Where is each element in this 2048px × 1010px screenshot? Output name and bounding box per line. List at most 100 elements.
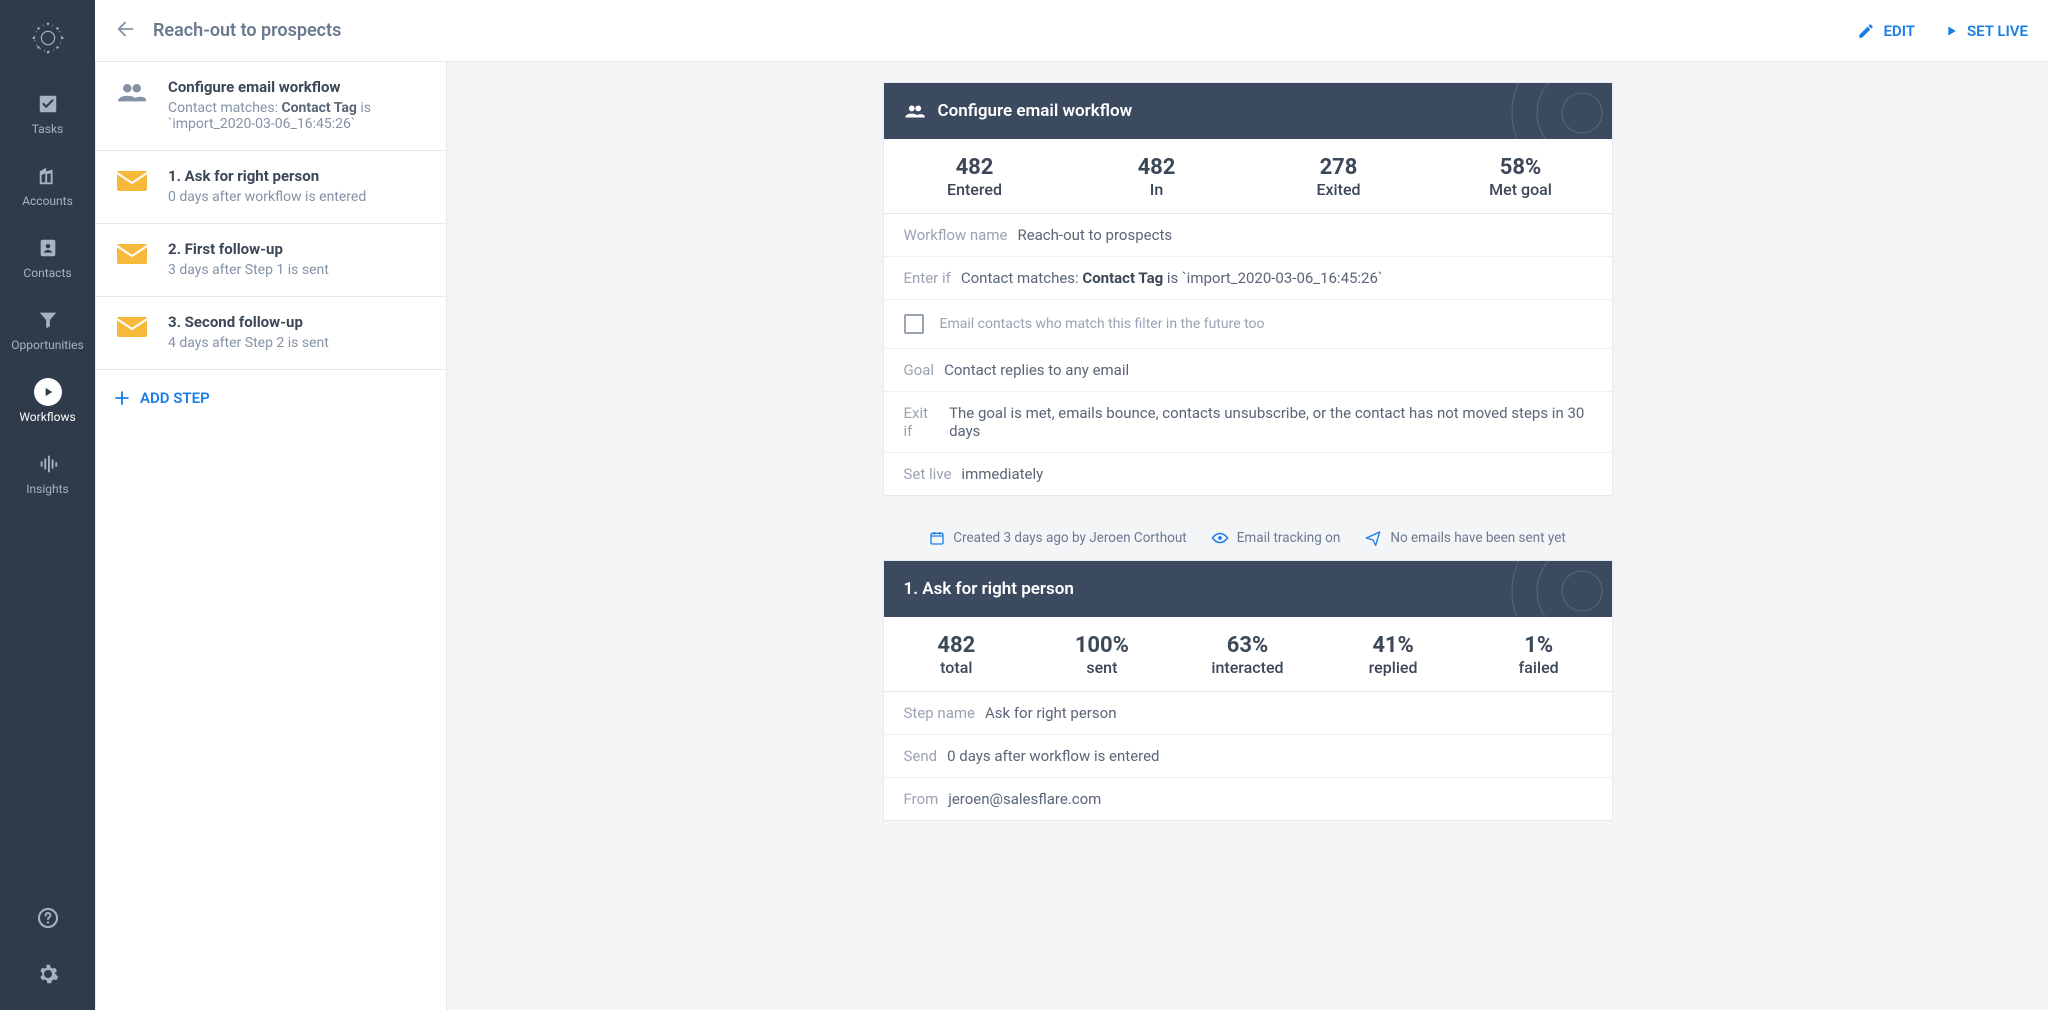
workflow-name-value: Reach-out to prospects xyxy=(1017,226,1172,244)
workflow-card: Configure email workflow 482Entered 482I… xyxy=(883,82,1613,496)
opportunities-icon xyxy=(34,306,62,334)
back-button[interactable] xyxy=(115,18,137,44)
step-configure-subtitle: Contact matches: Contact Tag is xyxy=(168,100,371,116)
nav-accounts[interactable]: Accounts xyxy=(0,148,95,220)
goal-label: Goal xyxy=(904,361,935,379)
nav-opportunities[interactable]: Opportunities xyxy=(0,292,95,364)
nav-insights[interactable]: Insights xyxy=(0,436,95,508)
people-icon xyxy=(112,78,152,132)
row-exit-if[interactable]: Exit if The goal is met, emails bounce, … xyxy=(884,392,1612,453)
stat-entered[interactable]: 482Entered xyxy=(884,139,1066,213)
meta-tracking: Email tracking on xyxy=(1211,530,1341,546)
nav-opportunities-label: Opportunities xyxy=(11,338,83,352)
settings-icon[interactable] xyxy=(36,962,60,990)
row-workflow-name[interactable]: Workflow name Reach-out to prospects xyxy=(884,214,1612,257)
step-2[interactable]: 2. First follow-up 3 days after Step 1 i… xyxy=(96,224,446,297)
nav-tasks[interactable]: Tasks xyxy=(0,76,95,148)
workflow-stats: 482Entered 482In 278Exited 58%Met goal xyxy=(884,139,1612,214)
row-enter-if[interactable]: Enter if Contact matches: Contact Tag is… xyxy=(884,257,1612,300)
stat-sent[interactable]: 100%sent xyxy=(1029,617,1175,691)
people-icon xyxy=(904,102,926,120)
step-2-subtitle: 3 days after Step 1 is sent xyxy=(168,262,329,278)
step-card-1-header: 1. Ask for right person xyxy=(884,561,1612,617)
send-value: 0 days after workflow is entered xyxy=(947,747,1159,765)
step-configure-code: `import_2020-03-06_16:45:26` xyxy=(168,116,371,132)
step-1-subtitle: 0 days after workflow is entered xyxy=(168,189,366,205)
page-header: Reach-out to prospects EDIT SET LIVE xyxy=(95,0,2048,62)
goal-value: Contact replies to any email xyxy=(944,361,1129,379)
step-card-1: 1. Ask for right person 482total 100%sen… xyxy=(883,560,1613,821)
nav-contacts[interactable]: Contacts xyxy=(0,220,95,292)
mail-icon xyxy=(112,167,152,205)
nav-tasks-label: Tasks xyxy=(32,122,64,136)
set-live-button[interactable]: SET LIVE xyxy=(1943,22,2028,40)
nav-accounts-label: Accounts xyxy=(22,194,73,208)
step-3-title: 3. Second follow-up xyxy=(168,313,329,331)
header-decoration xyxy=(1442,561,1612,617)
workflow-name-label: Workflow name xyxy=(904,226,1008,244)
page-title: Reach-out to prospects xyxy=(153,20,341,41)
pencil-icon xyxy=(1857,22,1875,40)
exit-if-value: The goal is met, emails bounce, contacts… xyxy=(949,404,1591,440)
step-configure[interactable]: Configure email workflow Contact matches… xyxy=(96,62,446,151)
app-logo[interactable] xyxy=(28,18,68,58)
accounts-icon xyxy=(34,162,62,190)
meta-sent: No emails have been sent yet xyxy=(1364,530,1565,546)
stat-metgoal[interactable]: 58%Met goal xyxy=(1430,139,1612,213)
insights-icon xyxy=(34,450,62,478)
step-stats: 482total 100%sent 63%interacted 41%repli… xyxy=(884,617,1612,692)
meta-created: Created 3 days ago by Jeroen Corthout xyxy=(929,530,1187,546)
stat-failed[interactable]: 1%failed xyxy=(1466,617,1612,691)
row-from[interactable]: From jeroen@salesflare.com xyxy=(884,778,1612,820)
step-3-subtitle: 4 days after Step 2 is sent xyxy=(168,335,329,351)
add-step-button[interactable]: ADD STEP xyxy=(96,370,446,426)
nav-contacts-label: Contacts xyxy=(23,266,71,280)
help-icon[interactable] xyxy=(36,906,60,934)
step-card-1-title: 1. Ask for right person xyxy=(904,579,1074,599)
nav-workflows-label: Workflows xyxy=(19,410,75,424)
contacts-icon xyxy=(34,234,62,262)
step-2-title: 2. First follow-up xyxy=(168,240,329,258)
plus-icon xyxy=(112,388,132,408)
step-configure-title: Configure email workflow xyxy=(168,78,371,96)
step-3[interactable]: 3. Second follow-up 4 days after Step 2 … xyxy=(96,297,446,370)
set-live-label: SET LIVE xyxy=(1967,22,2028,40)
row-setlive[interactable]: Set live immediately xyxy=(884,453,1612,495)
edit-button[interactable]: EDIT xyxy=(1857,22,1915,40)
calendar-icon xyxy=(929,530,945,546)
stat-interacted[interactable]: 63%interacted xyxy=(1175,617,1321,691)
stat-in[interactable]: 482In xyxy=(1066,139,1248,213)
stat-replied[interactable]: 41%replied xyxy=(1320,617,1466,691)
add-step-label: ADD STEP xyxy=(140,389,210,407)
setlive-label: Set live xyxy=(904,465,952,483)
row-send[interactable]: Send 0 days after workflow is entered xyxy=(884,735,1612,778)
nav-workflows[interactable]: Workflows xyxy=(0,364,95,436)
content-column: Configure email workflow 482Entered 482I… xyxy=(447,62,2048,1010)
row-step-name[interactable]: Step name Ask for right person xyxy=(884,692,1612,735)
row-future-match[interactable]: Email contacts who match this filter in … xyxy=(884,300,1612,349)
workflow-card-title: Configure email workflow xyxy=(938,101,1133,121)
step-name-label: Step name xyxy=(904,704,975,722)
step-1[interactable]: 1. Ask for right person 0 days after wor… xyxy=(96,151,446,224)
from-label: From xyxy=(904,790,939,808)
eye-icon xyxy=(1211,531,1229,545)
meta-line: Created 3 days ago by Jeroen Corthout Em… xyxy=(883,530,1613,546)
future-label: Email contacts who match this filter in … xyxy=(940,316,1265,332)
from-value: jeroen@salesflare.com xyxy=(948,790,1101,808)
setlive-value: immediately xyxy=(961,465,1043,483)
send-label: Send xyxy=(904,747,938,765)
workflow-card-header: Configure email workflow xyxy=(884,83,1612,139)
stat-total[interactable]: 482total xyxy=(884,617,1030,691)
nav-insights-label: Insights xyxy=(26,482,68,496)
checkbox-future[interactable] xyxy=(904,314,924,334)
play-icon xyxy=(1943,23,1959,39)
step-1-title: 1. Ask for right person xyxy=(168,167,366,185)
exit-if-label: Exit if xyxy=(904,404,940,440)
enter-if-label: Enter if xyxy=(904,269,951,287)
stat-exited[interactable]: 278Exited xyxy=(1248,139,1430,213)
edit-label: EDIT xyxy=(1883,22,1915,40)
workflows-icon xyxy=(34,378,62,406)
nav-rail: Tasks Accounts Contacts Opportunities Wo… xyxy=(0,0,95,1010)
row-goal[interactable]: Goal Contact replies to any email xyxy=(884,349,1612,392)
header-decoration xyxy=(1442,83,1612,139)
